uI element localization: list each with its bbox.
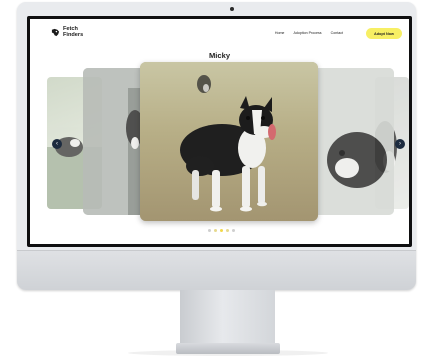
adopt-now-button[interactable]: Adopt Now <box>366 28 402 39</box>
carousel-dot-3[interactable] <box>220 229 223 232</box>
carousel-prev-button[interactable]: ‹ <box>52 139 62 149</box>
brand-logo[interactable]: Fetch Finders <box>51 26 93 38</box>
slide-photo <box>312 68 394 215</box>
carousel-dot-5[interactable] <box>232 229 235 232</box>
chevron-right-icon: › <box>399 141 401 147</box>
chevron-left-icon: ‹ <box>56 141 58 147</box>
camera-icon <box>230 7 234 11</box>
brand-name: Fetch Finders <box>63 26 93 38</box>
carousel-slide-active[interactable] <box>140 62 318 221</box>
main-nav: Home Adoption Process Contact <box>275 31 343 35</box>
carousel-dot-1[interactable] <box>208 229 211 232</box>
dog-photo <box>140 62 318 221</box>
carousel-dot-4[interactable] <box>226 229 229 232</box>
monitor-stand-foot <box>176 343 280 354</box>
carousel-slide-4[interactable] <box>312 68 394 215</box>
dog-name-title: Micky <box>208 51 231 60</box>
website-screen: Fetch Finders Home Adoption Process Cont… <box>30 19 409 244</box>
brand-name-line2: Finders <box>63 31 84 38</box>
dog-head-icon <box>51 28 60 37</box>
monitor-chin <box>17 250 416 290</box>
monitor-stand <box>180 290 275 346</box>
carousel-dot-2[interactable] <box>214 229 217 232</box>
carousel-pagination <box>208 229 235 232</box>
nav-adoption-process-link[interactable]: Adoption Process <box>293 31 321 35</box>
stage: Fetch Finders Home Adoption Process Cont… <box>0 0 425 358</box>
nav-home-link[interactable]: Home <box>275 31 285 35</box>
carousel-next-button[interactable]: › <box>395 139 405 149</box>
nav-contact-link[interactable]: Contact <box>331 31 343 35</box>
